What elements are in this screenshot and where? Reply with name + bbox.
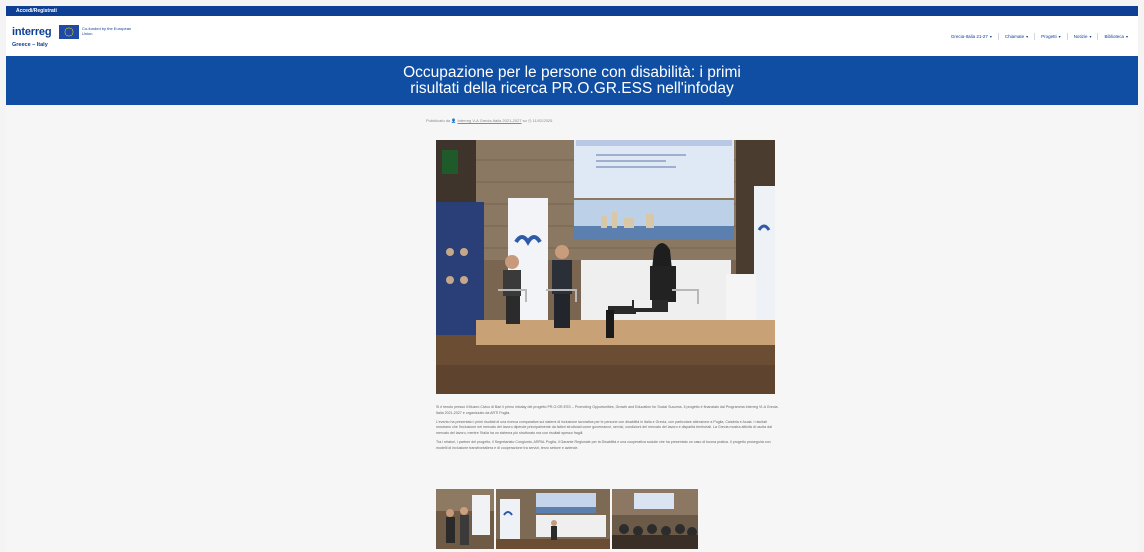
chevron-down-icon: ▾ <box>1089 34 1092 39</box>
post-meta: Pubblicato da 👤 Interreg V-A Grecia-Ital… <box>426 118 552 123</box>
page-title: Occupazione per le persone con disabilit… <box>6 65 1138 97</box>
user-icon: 👤 <box>451 118 457 123</box>
nav-item-label: Chiamate <box>1004 34 1025 39</box>
eu-cofunded-text: Co-funded by the European Union <box>82 26 132 36</box>
main-nav: Grecia-Italia 21-27 ▾ Chiamate ▾ Progett… <box>945 33 1134 40</box>
eu-flag-icon <box>59 25 79 39</box>
page-title-line-2: risultati della ricerca PR.O.GR.ESS nell… <box>410 80 734 97</box>
main-content: Pubblicato da 👤 Interreg V-A Grecia-Ital… <box>6 105 1138 552</box>
hero-photo <box>436 140 775 394</box>
article-paragraph: Tra i relatori, i partner del progetto, … <box>436 439 771 450</box>
top-utility-bar: Accedi/Registrati <box>6 6 1138 16</box>
meta-on: su <box>522 118 527 123</box>
login-link[interactable]: Accedi/Registrati <box>16 6 57 16</box>
nav-item-greece-italy[interactable]: Grecia-Italia 21-27 ▾ <box>945 34 998 39</box>
nav-item-news[interactable]: Notizie ▾ <box>1068 34 1098 39</box>
site-header: interreg Greece – Italy Co-funded by the… <box>6 16 1138 57</box>
nav-item-calls[interactable]: Chiamate ▾ <box>999 34 1034 39</box>
gallery-image[interactable] <box>436 489 494 549</box>
clock-icon: ◷ <box>528 118 532 123</box>
article-paragraph: Si è tenuto presso il Museo Civico di Ba… <box>436 405 779 415</box>
chevron-down-icon: ▾ <box>1125 34 1128 39</box>
nav-item-projects[interactable]: Progetti ▾ <box>1035 34 1067 39</box>
chevron-down-icon: ▾ <box>1058 34 1061 39</box>
nav-item-label: Notizie <box>1073 34 1088 39</box>
nav-item-label: Biblioteca <box>1104 34 1124 39</box>
post-date: 11/02/2025 <box>532 118 553 123</box>
nav-item-label: Grecia-Italia 21-27 <box>950 34 988 39</box>
gallery-image[interactable] <box>612 489 698 549</box>
logo-subtitle: Greece – Italy <box>12 42 48 48</box>
meta-prefix: Pubblicato da <box>426 118 451 123</box>
nav-item-label: Progetti <box>1041 34 1057 39</box>
article-paragraph: L'evento ha presentato i primi risultati… <box>436 419 772 435</box>
chevron-down-icon: ▾ <box>1026 34 1029 39</box>
chevron-down-icon: ▾ <box>989 34 992 39</box>
gallery-image[interactable] <box>496 489 610 549</box>
article-body: Si è tenuto presso il Museo Civico di Ba… <box>436 405 780 455</box>
nav-item-library[interactable]: Biblioteca ▾ <box>1098 34 1134 39</box>
page-title-banner: Occupazione per le persone con disabilit… <box>6 56 1138 105</box>
author-link[interactable]: Interreg V-A Grecia-Italia 2021-2027 <box>457 118 521 123</box>
interreg-logo[interactable]: interreg <box>12 26 52 38</box>
page-title-line-1: Occupazione per le persone con disabilit… <box>403 64 741 81</box>
